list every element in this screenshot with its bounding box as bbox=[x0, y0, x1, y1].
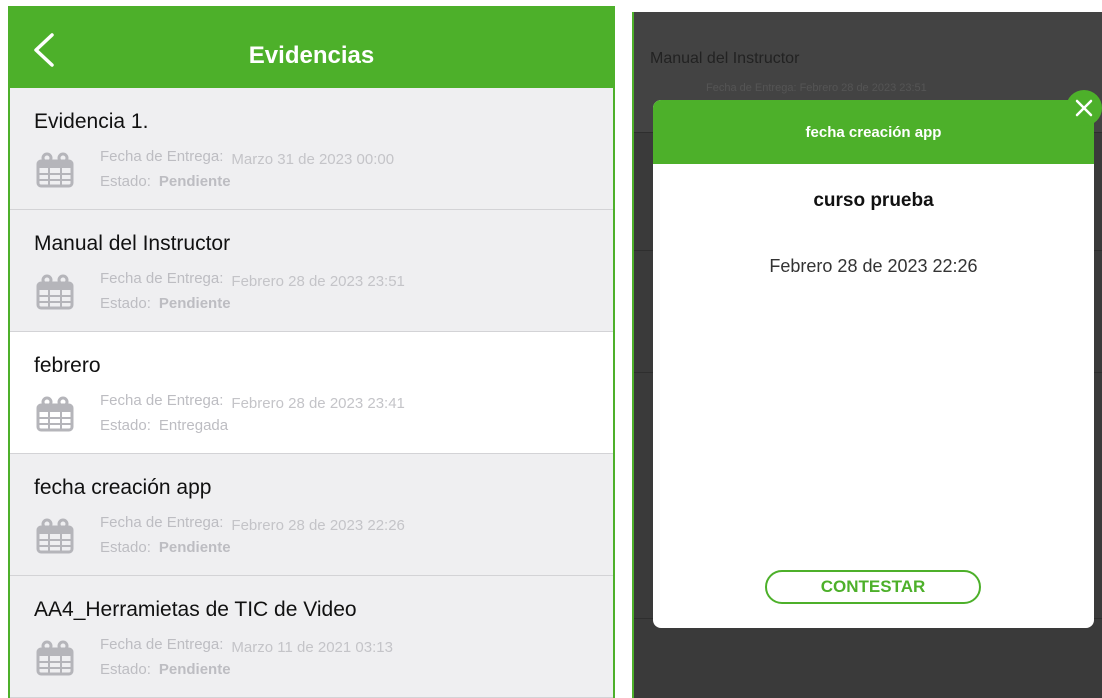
item-title: febrero bbox=[34, 354, 101, 377]
list-item[interactable]: AA4_Herramietas de TIC de Video Fecha de… bbox=[10, 576, 613, 698]
fecha-value: Febrero 28 de 2023 23:51 bbox=[231, 273, 405, 290]
fecha-label: Fecha de Entrega: bbox=[100, 148, 224, 165]
detail-screen: Manual del Instructor Fecha de Entrega: … bbox=[632, 12, 1102, 698]
dimmed-fecha-value: Febrero 28 de 2023 23:51 bbox=[799, 82, 927, 94]
calendar-icon bbox=[36, 640, 74, 676]
fecha-label: Fecha de Entrega: bbox=[100, 514, 224, 531]
list-item[interactable]: Manual del Instructor Fecha de Entrega: F… bbox=[10, 210, 613, 332]
estado-label: Estado: bbox=[100, 539, 151, 556]
estado-value: Pendiente bbox=[158, 539, 231, 556]
calendar-icon bbox=[36, 518, 74, 554]
item-title: fecha creación app bbox=[34, 476, 212, 499]
estado-value: Pendiente bbox=[158, 173, 231, 190]
estado-label: Estado: bbox=[100, 173, 151, 190]
estado-value: Entregada bbox=[158, 417, 229, 434]
estado-label: Estado: bbox=[100, 295, 151, 312]
list-item[interactable]: febrero Fecha de Entrega: Febrero 28 de 2… bbox=[10, 332, 613, 454]
dimmed-fecha-label: Fecha de Entrega: bbox=[706, 82, 797, 94]
calendar-icon bbox=[36, 152, 74, 188]
fecha-label: Fecha de Entrega: bbox=[100, 636, 224, 653]
fecha-value: Marzo 11 de 2021 03:13 bbox=[231, 639, 393, 656]
fecha-value: Febrero 28 de 2023 22:26 bbox=[231, 517, 405, 534]
evidence-list: Evidencia 1. Fecha de Entrega: Marzo 31 d… bbox=[10, 88, 613, 698]
estado-value: Pendiente bbox=[158, 295, 231, 312]
close-icon bbox=[1075, 99, 1093, 117]
estado-value: Pendiente bbox=[158, 661, 231, 678]
detail-modal: fecha creación app curso prueba Febrero … bbox=[653, 100, 1094, 628]
list-item[interactable]: Evidencia 1. Fecha de Entrega: Marzo 31 d… bbox=[10, 88, 613, 210]
page-title: Evidencias bbox=[248, 42, 375, 69]
fecha-value: Febrero 28 de 2023 23:41 bbox=[231, 395, 405, 412]
calendar-icon bbox=[36, 396, 74, 432]
estado-label: Estado: bbox=[100, 661, 151, 678]
estado-label: Estado: bbox=[100, 417, 151, 434]
modal-title: fecha creación app bbox=[805, 124, 942, 141]
list-item[interactable]: fecha creación app Fecha de Entrega: Febr… bbox=[10, 454, 613, 576]
fecha-label: Fecha de Entrega: bbox=[100, 270, 224, 287]
item-title: AA4_Herramietas de TIC de Video bbox=[34, 598, 357, 621]
creation-date: Febrero 28 de 2023 22:26 bbox=[769, 256, 978, 276]
item-title: Manual del Instructor bbox=[34, 232, 231, 255]
evidencias-screen: Evidencias Evidencia 1. Fecha de Entrega… bbox=[8, 6, 615, 698]
item-title: Evidencia 1. bbox=[34, 110, 149, 133]
fecha-label: Fecha de Entrega: bbox=[100, 392, 224, 409]
course-name: curso prueba bbox=[813, 190, 934, 211]
calendar-icon bbox=[36, 274, 74, 310]
app-header: Evidencias bbox=[10, 6, 613, 88]
modal-header: fecha creación app bbox=[653, 100, 1094, 164]
fecha-value: Marzo 31 de 2023 00:00 bbox=[231, 151, 395, 168]
close-button[interactable] bbox=[1066, 90, 1102, 126]
dimmed-item-fecha: Fecha de Entrega: Febrero 28 de 2023 23:… bbox=[706, 82, 927, 94]
contestar-button[interactable]: CONTESTAR bbox=[765, 570, 981, 604]
dimmed-item-title: Manual del Instructor bbox=[650, 50, 800, 67]
